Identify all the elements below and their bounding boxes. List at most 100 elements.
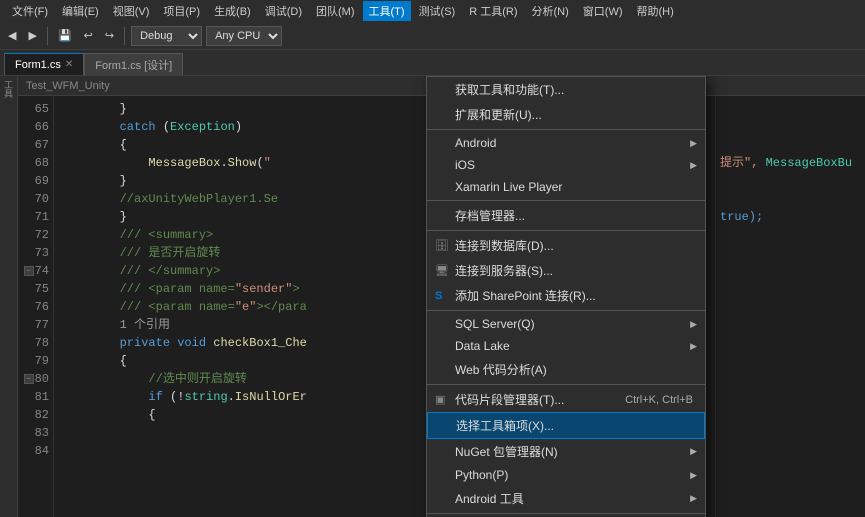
menu-edit[interactable]: 编辑(E) (56, 1, 105, 21)
menu-extensions[interactable]: 扩展和更新(U)... (427, 102, 705, 127)
line-num: 68 (18, 154, 49, 172)
line-num: 81 (18, 388, 49, 406)
breadcrumb-text: Test_WFM_Unity (26, 80, 110, 92)
menu-tools[interactable]: 工具(T) (363, 1, 411, 21)
line-num: 72 (18, 226, 49, 244)
hint-line-65 (720, 100, 861, 118)
line-num: 78 (18, 334, 49, 352)
hint-line-73 (720, 244, 861, 262)
hint-line-70 (720, 190, 861, 208)
menu-xamarin[interactable]: Xamarin Live Player (427, 176, 705, 198)
tools-menu-dropdown: 获取工具和功能(T)... 扩展和更新(U)... Android iOS Xa… (426, 76, 706, 517)
debug-config-select[interactable]: Debug Release (131, 26, 202, 46)
menu-sharepoint[interactable]: S 添加 SharePoint 连接(R)... (427, 283, 705, 308)
sep2 (427, 200, 705, 201)
hint-line-68: 提示", MessageBoxBu (720, 154, 861, 172)
menu-android[interactable]: Android (427, 132, 705, 154)
line-num-74: −74 (18, 262, 49, 280)
menu-project[interactable]: 项目(P) (157, 1, 206, 21)
line-num: 77 (18, 316, 49, 334)
toolbar-undo[interactable]: ↩ (80, 27, 97, 44)
sharepoint-icon: S (435, 290, 442, 302)
hint-line-77 (720, 316, 861, 334)
cpu-select[interactable]: Any CPU (206, 26, 282, 46)
menu-team[interactable]: 团队(M) (310, 1, 361, 21)
collapse-icon-74[interactable]: − (24, 266, 34, 276)
hint-line-83 (720, 424, 861, 442)
sep4 (427, 310, 705, 311)
menu-connect-server[interactable]: 🖥 连接到服务器(S)... (427, 258, 705, 283)
toolbar-fwd[interactable]: ▶ (24, 27, 40, 44)
sep6 (427, 513, 705, 514)
tab-bar: Form1.cs ✕ Form1.cs [设计] (0, 50, 865, 76)
toolbar-sep2 (124, 27, 125, 45)
tab-label: Form1.cs [设计] (95, 57, 172, 73)
hint-line-84 (720, 442, 861, 460)
server-icon: 🖥 (435, 264, 449, 277)
toolbar-back[interactable]: ◀ (4, 27, 20, 44)
editor-right-overflow: 提示", MessageBoxBu true); (715, 96, 865, 517)
hint-line-82 (720, 406, 861, 424)
menu-archive[interactable]: 存档管理器... (427, 203, 705, 228)
hint-line-67 (720, 136, 861, 154)
menu-connect-db[interactable]: 🗄 连接到数据库(D)... (427, 233, 705, 258)
menu-bar: 文件(F) 编辑(E) 视图(V) 项目(P) 生成(B) 调试(D) 团队(M… (0, 0, 865, 22)
menu-items: 文件(F) 编辑(E) 视图(V) 项目(P) 生成(B) 调试(D) 团队(M… (6, 1, 680, 21)
hint-line-78 (720, 334, 861, 352)
menu-ios[interactable]: iOS (427, 154, 705, 176)
menu-android-tools[interactable]: Android 工具 (427, 486, 705, 511)
menu-view[interactable]: 视图(V) (107, 1, 156, 21)
tab-form1-design[interactable]: Form1.cs [设计] (84, 53, 183, 75)
sep3 (427, 230, 705, 231)
left-sidebar: 工具 (0, 76, 18, 517)
line-num: 71 (18, 208, 49, 226)
tab-form1-cs[interactable]: Form1.cs ✕ (4, 53, 84, 75)
hint-line-69 (720, 172, 861, 190)
right-code-hints: 提示", MessageBoxBu true); (716, 96, 865, 464)
line-num: 79 (18, 352, 49, 370)
hint-line-80 (720, 370, 861, 388)
line-num: 66 (18, 118, 49, 136)
line-num: 83 (18, 424, 49, 442)
line-num: 67 (18, 136, 49, 154)
menu-debug[interactable]: 调试(D) (259, 1, 308, 21)
menu-get-tools[interactable]: 获取工具和功能(T)... (427, 77, 705, 102)
sep1 (427, 129, 705, 130)
line-num: 75 (18, 280, 49, 298)
hint-line-66 (720, 118, 861, 136)
menu-help[interactable]: 帮助(H) (631, 1, 680, 21)
menu-build[interactable]: 生成(B) (208, 1, 257, 21)
toolbar-sep1 (47, 27, 48, 45)
snippet-icon: ▣ (435, 393, 445, 406)
toolbar-save[interactable]: 💾 (54, 27, 76, 44)
tab-close-form1[interactable]: ✕ (65, 59, 73, 70)
editor-area: Test_WFM_Unity 65 66 67 68 69 70 71 72 7… (18, 76, 865, 517)
line-numbers: 65 66 67 68 69 70 71 72 73 −74 75 76 77 … (18, 96, 54, 517)
line-num: 69 (18, 172, 49, 190)
menu-choose-toolbox[interactable]: 选择工具箱项(X)... (427, 412, 705, 439)
menu-datalake[interactable]: Data Lake (427, 335, 705, 357)
toolbar-redo[interactable]: ↪ (101, 27, 118, 44)
collapse-icon-80[interactable]: − (24, 374, 34, 384)
menu-python[interactable]: Python(P) (427, 464, 705, 486)
line-num: 82 (18, 406, 49, 424)
sidebar-icon-1: 工具 (2, 80, 15, 98)
snippet-shortcut: Ctrl+K, Ctrl+B (605, 394, 693, 406)
menu-sql-server[interactable]: SQL Server(Q) (427, 313, 705, 335)
hint-line-74 (720, 262, 861, 280)
menu-window[interactable]: 窗口(W) (577, 1, 629, 21)
menu-web-analysis[interactable]: Web 代码分析(A) (427, 357, 705, 382)
menu-r-tools[interactable]: R 工具(R) (463, 1, 523, 21)
tab-label: Form1.cs (15, 59, 61, 71)
line-num: 76 (18, 298, 49, 316)
hint-line-81 (720, 388, 861, 406)
db-icon: 🗄 (435, 239, 449, 252)
line-num-80: −80 (18, 370, 49, 388)
menu-file[interactable]: 文件(F) (6, 1, 54, 21)
menu-analyze[interactable]: 分析(N) (526, 1, 575, 21)
menu-snippet-manager[interactable]: ▣ 代码片段管理器(T)... Ctrl+K, Ctrl+B (427, 387, 705, 412)
menu-test[interactable]: 测试(S) (413, 1, 462, 21)
menu-nuget[interactable]: NuGet 包管理器(N) (427, 439, 705, 464)
main-layout: 工具 Test_WFM_Unity 65 66 67 68 69 70 71 7… (0, 76, 865, 517)
toolbar: ◀ ▶ 💾 ↩ ↪ Debug Release Any CPU (0, 22, 865, 50)
